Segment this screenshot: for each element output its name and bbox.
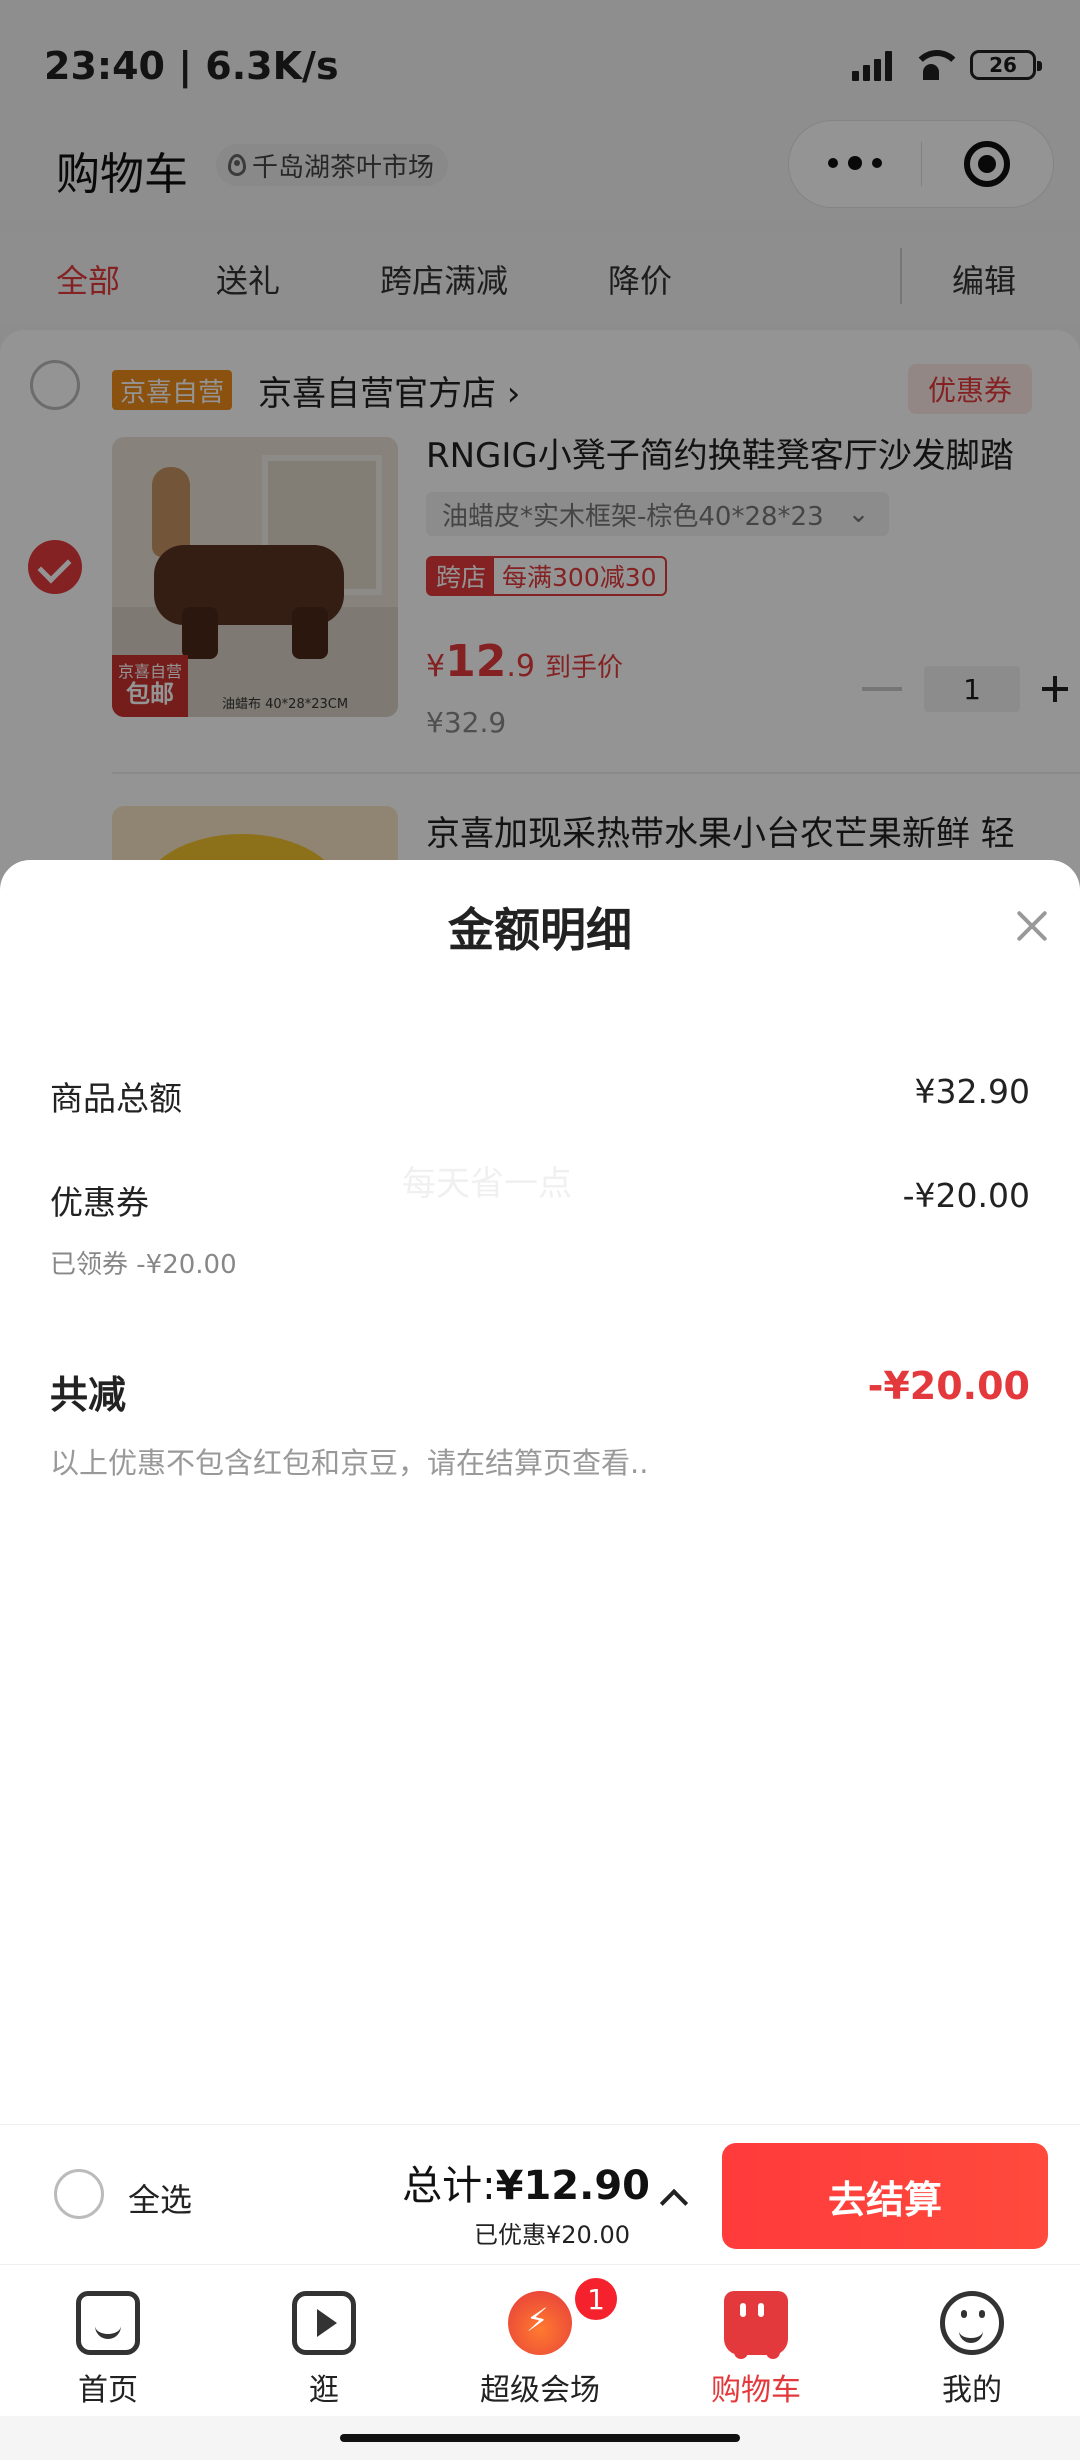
cart-wheel-icon: [734, 2345, 748, 2359]
cart-wheel-icon: [766, 2345, 780, 2359]
play-icon: [292, 2291, 356, 2355]
goods-total-value: ¥32.90: [914, 1072, 1030, 1111]
sheet-title: 金额明细: [448, 903, 632, 957]
coupon-value: -¥20.00: [902, 1176, 1030, 1215]
discount-hint: 以上优惠不包含红包和京豆，请在结算页查看..: [50, 1446, 649, 1480]
close-icon[interactable]: [1016, 910, 1048, 942]
tab-home[interactable]: 首页: [0, 2265, 216, 2417]
super-venue-icon: [508, 2291, 572, 2355]
checkout-button[interactable]: 去结算: [722, 2143, 1048, 2249]
tab-cart[interactable]: 购物车: [648, 2265, 864, 2417]
goods-total-label: 商品总额: [50, 1079, 182, 1118]
select-all-checkbox[interactable]: [54, 2169, 104, 2219]
total-discount-value: -¥20.00: [867, 1364, 1030, 1408]
total-prefix: 总计:: [402, 2163, 496, 2209]
watermark: 每天省一点: [402, 1164, 572, 1204]
total-price: 总计:¥12.90: [402, 2153, 650, 2211]
amount-detail-sheet: 金额明细 商品总额 ¥32.90 每天省一点 优惠券 -¥20.00 已领券 -…: [0, 860, 1080, 2124]
tab-browse[interactable]: 逛: [216, 2265, 432, 2417]
tab-label: 首页: [78, 2373, 138, 2408]
coupon-label: 优惠券: [50, 1183, 149, 1222]
smile-icon: [940, 2291, 1004, 2355]
tab-label: 我的: [942, 2373, 1002, 2408]
tab-super-venue[interactable]: 1 超级会场: [432, 2265, 648, 2417]
tab-mine[interactable]: 我的: [864, 2265, 1080, 2417]
select-all-label[interactable]: 全选: [128, 2175, 192, 2221]
total-amount: ¥12.90: [495, 2163, 650, 2209]
gesture-area: [0, 2416, 1080, 2460]
tab-label: 超级会场: [480, 2373, 600, 2408]
bottom-tab-bar: 首页 逛 1 超级会场 购物车 我的: [0, 2264, 1080, 2416]
saved-amount: 已优惠¥20.00: [474, 2221, 630, 2249]
home-icon: [76, 2291, 140, 2355]
home-indicator[interactable]: [340, 2434, 740, 2442]
tab-label: 购物车: [711, 2373, 801, 2408]
cart-icon: [724, 2291, 788, 2355]
tab-label: 逛: [309, 2373, 339, 2408]
total-discount-label: 共减: [50, 1373, 127, 1417]
modal-overlay[interactable]: [0, 0, 1080, 900]
notification-badge: 1: [572, 2275, 620, 2323]
coupon-note: 已领券 -¥20.00: [50, 1250, 237, 1280]
checkout-bar: 全选 总计:¥12.90 已优惠¥20.00 去结算: [0, 2124, 1080, 2264]
chevron-up-icon[interactable]: [659, 2188, 689, 2218]
